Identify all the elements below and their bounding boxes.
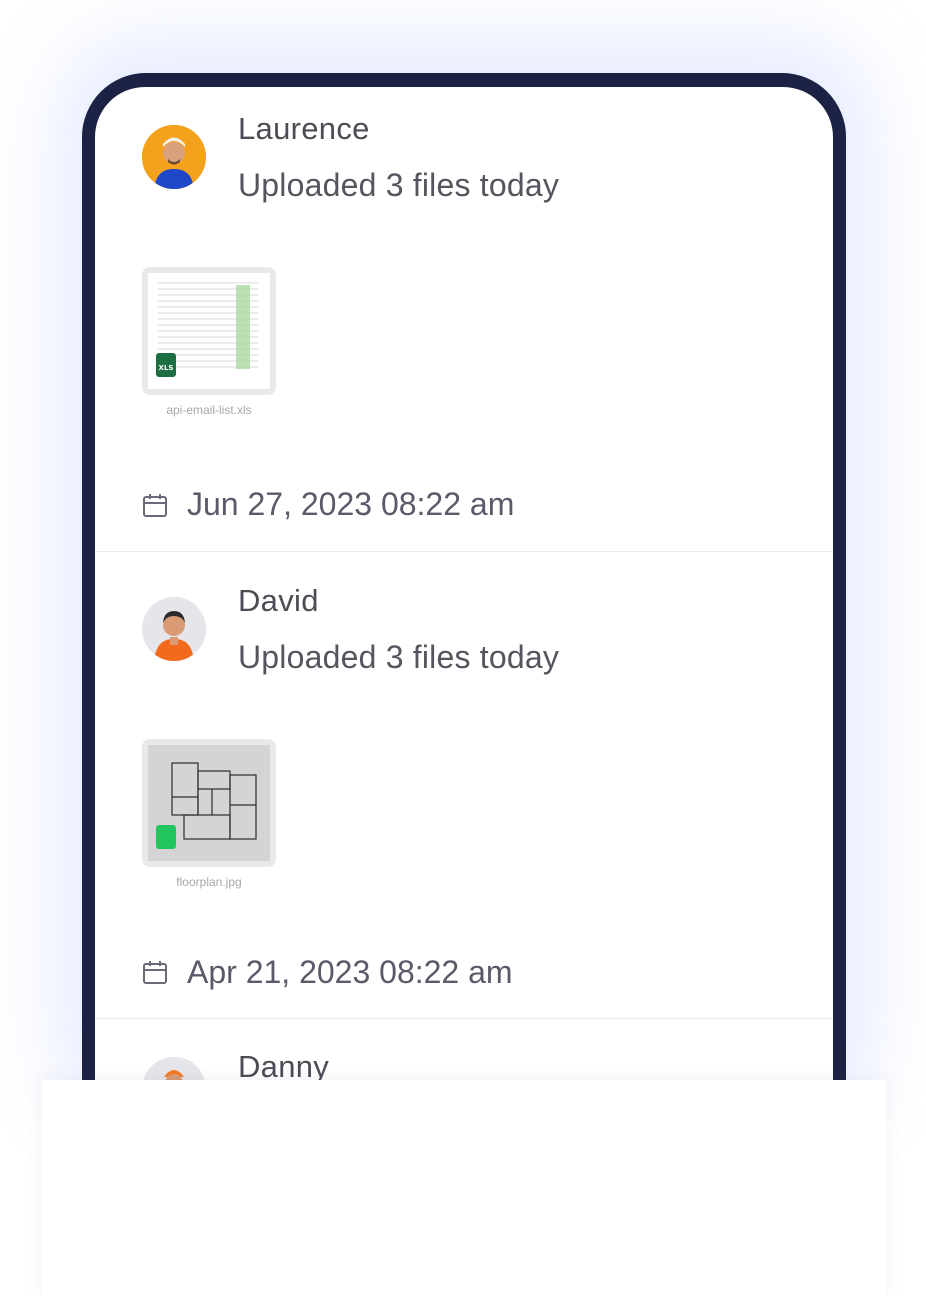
file-thumbnail[interactable]: XLS: [142, 267, 276, 395]
spreadsheet-preview: XLS: [148, 273, 270, 389]
avatar[interactable]: [142, 125, 206, 189]
activity-date: Apr 21, 2023 08:22 am: [187, 954, 513, 990]
calendar-icon: [143, 494, 167, 517]
activity-feed-screen[interactable]: Laurence Uploaded 3 files today XLS api-…: [95, 87, 833, 1167]
user-name: David: [238, 583, 319, 618]
file-thumbnail[interactable]: [142, 739, 276, 867]
activity-date: Jun 27, 2023 08:22 am: [187, 486, 515, 522]
bottom-panel: [42, 1080, 886, 1296]
floorplan-preview: [148, 745, 270, 861]
activity-description: Uploaded 3 files today: [238, 639, 560, 675]
file-name[interactable]: floorplan.jpg: [142, 875, 276, 889]
activity-description: Uploaded 3 files today: [238, 167, 560, 203]
divider: [95, 1018, 833, 1019]
avatar[interactable]: [142, 597, 206, 661]
file-name[interactable]: api-email-list.xls: [142, 403, 276, 417]
xls-file-icon: XLS: [156, 353, 176, 377]
image-file-icon: [156, 825, 176, 849]
calendar-icon: [143, 961, 167, 984]
user-name: Laurence: [238, 111, 370, 146]
divider: [95, 551, 833, 552]
